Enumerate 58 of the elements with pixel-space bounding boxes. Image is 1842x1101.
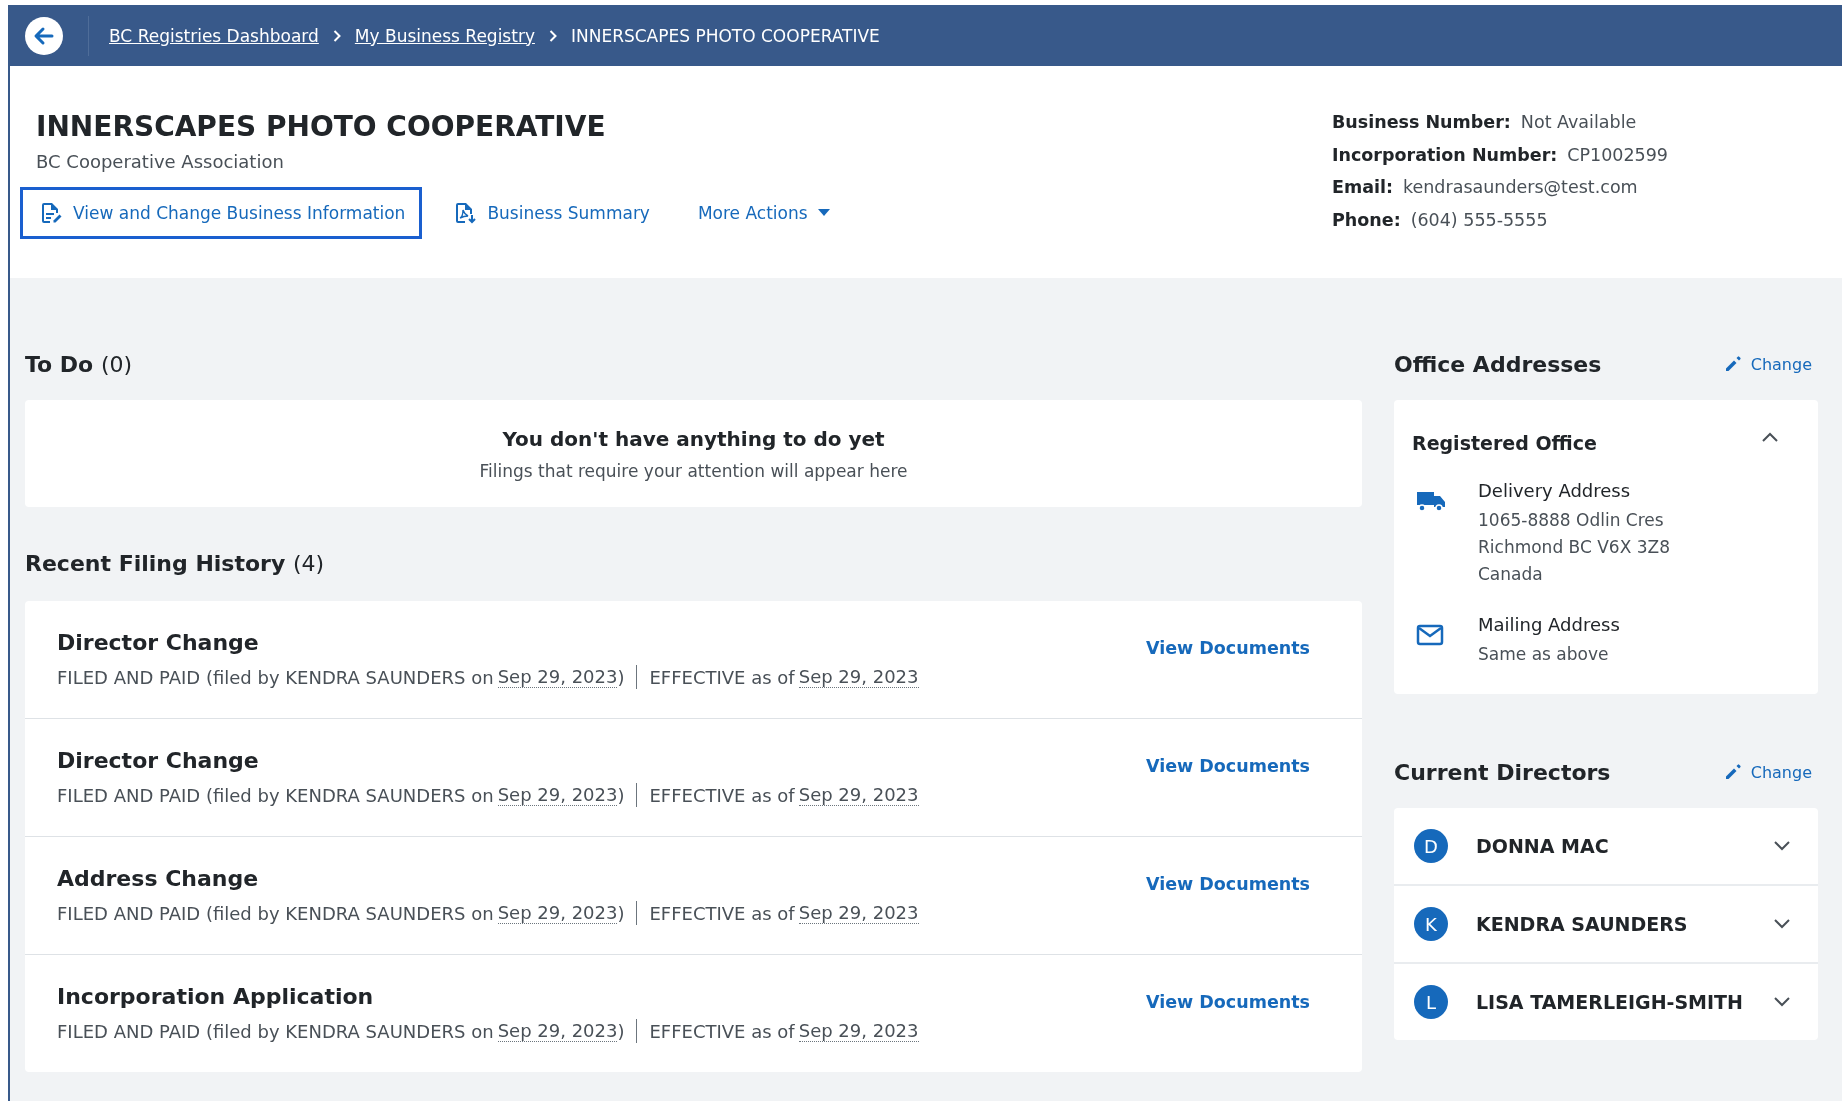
- detail-value: kendrasaunders@test.com: [1403, 177, 1638, 197]
- detail-label: Phone:: [1332, 209, 1401, 230]
- empty-text: Filings that require your attention will appear here: [479, 460, 908, 481]
- avatar: D: [1414, 829, 1448, 863]
- section-title: Recent Filing History (4): [25, 550, 325, 576]
- view-documents-link[interactable]: View Documents: [1145, 637, 1310, 658]
- chevron-right-icon: [332, 29, 341, 42]
- pencil-icon: [1724, 356, 1741, 372]
- breadcrumb-current: INNERSCAPES PHOTO COOPERATIVE: [570, 25, 880, 46]
- director-row[interactable]: K KENDRA SAUNDERS: [1394, 886, 1818, 964]
- address-label: Mailing Address: [1478, 614, 1620, 635]
- filing-title: Director Change: [57, 748, 260, 773]
- detail-label: Email:: [1332, 177, 1393, 197]
- view-documents-link[interactable]: View Documents: [1145, 991, 1310, 1012]
- back-icon: [24, 15, 64, 56]
- chevron-right-icon: [548, 29, 557, 42]
- pencil-icon: [1724, 764, 1741, 780]
- detail-value: Not Available: [1520, 112, 1637, 132]
- address-label: Delivery Address: [1478, 480, 1632, 501]
- filing-title: Director Change: [57, 630, 260, 655]
- detail-label: Incorporation Number:: [1332, 144, 1558, 165]
- address-text: Same as above: [1478, 643, 1610, 666]
- avatar: K: [1414, 907, 1448, 941]
- view-documents-link[interactable]: View Documents: [1145, 873, 1310, 894]
- detail-label: Business Number:: [1332, 112, 1511, 132]
- filing-status: FILED AND PAID (filed by KENDRA SAUNDERS on Sep 29, 2023) EFFECTIVE as of Sep 29, 2023: [57, 783, 919, 807]
- filing-status: FILED AND PAID (filed by KENDRA SAUNDERS on Sep 29, 2023) EFFECTIVE as of Sep 29, 2023: [57, 901, 919, 925]
- envelope-icon: [1416, 624, 1444, 646]
- business-name: INNERSCAPES PHOTO COOPERATIVE: [36, 110, 607, 143]
- filing-title: Incorporation Application: [57, 984, 375, 1009]
- director-row[interactable]: L LISA TAMERLEIGH-SMITH: [1394, 964, 1818, 1040]
- business-type: BC Cooperative Association: [36, 151, 285, 172]
- director-row[interactable]: D DONNA MAC: [1394, 808, 1818, 886]
- breadcrumb-link[interactable]: BC Registries Dashboard: [109, 25, 319, 46]
- avatar: L: [1414, 985, 1448, 1019]
- detail-value: CP1002599: [1567, 144, 1668, 165]
- section-title: Office Addresses: [1394, 351, 1602, 377]
- section-title: Current Directors: [1394, 759, 1611, 785]
- detail-value: (604) 555-5555: [1410, 209, 1548, 230]
- view-documents-link[interactable]: View Documents: [1145, 755, 1310, 776]
- registered-office-header[interactable]: Registered Office: [1412, 426, 1800, 454]
- change-link[interactable]: Change: [1724, 762, 1812, 782]
- truck-icon: [1416, 490, 1446, 512]
- filing-status: FILED AND PAID (filed by KENDRA SAUNDERS on Sep 29, 2023) EFFECTIVE as of Sep 29, 2023: [57, 1019, 919, 1043]
- address-text: 1065-8888 Odlin Cres Richmond BC V6X 3Z8 Canada: [1478, 509, 1670, 586]
- action-button[interactable]: View and Change Business Information: [20, 187, 423, 239]
- change-link[interactable]: Change: [1724, 354, 1812, 374]
- breadcrumb-link[interactable]: My Business Registry: [354, 25, 535, 46]
- document-edit-icon: [39, 201, 63, 225]
- action-button[interactable]: More Actions: [678, 189, 847, 237]
- dropdown-caret-icon: [817, 209, 830, 217]
- filing-title: Address Change: [57, 866, 260, 891]
- back-button[interactable]: [24, 15, 64, 56]
- pdf-download-icon: [453, 201, 478, 225]
- action-button[interactable]: Business Summary: [434, 187, 667, 239]
- empty-title: You don't have anything to do yet: [502, 426, 885, 451]
- filing-status: FILED AND PAID (filed by KENDRA SAUNDERS on Sep 29, 2023) EFFECTIVE as of Sep 29, 2023: [57, 665, 919, 689]
- section-title: To Do (0): [25, 351, 133, 377]
